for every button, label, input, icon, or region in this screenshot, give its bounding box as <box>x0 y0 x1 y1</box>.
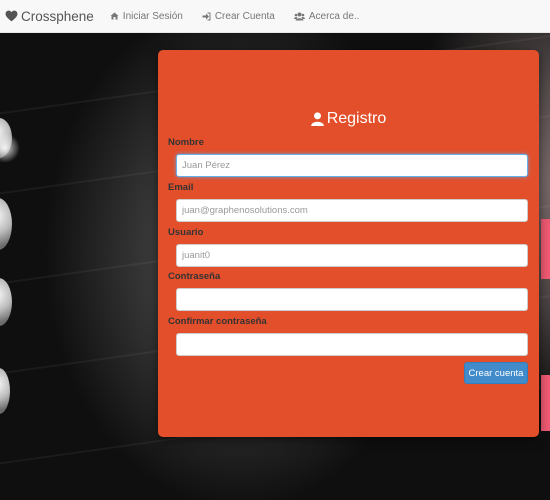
confirmar-contrasena-label: Confirmar contraseña <box>168 316 267 327</box>
users-icon <box>293 12 305 20</box>
crear-cuenta-button[interactable]: Crear cuenta <box>464 362 528 384</box>
nav-crear-cuenta[interactable]: Crear Cuenta <box>202 11 275 22</box>
registration-card: Registro Nombre Email Usuario Contraseña… <box>158 50 539 437</box>
heart-icon <box>5 10 18 22</box>
nav-iniciar-sesion-label: Iniciar Sesión <box>122 10 183 22</box>
nombre-label: Nombre <box>168 137 204 148</box>
nav-acerca-de[interactable]: Acerca de.. <box>293 10 360 22</box>
card-title-label: Registro <box>326 110 387 127</box>
nav-iniciar-sesion[interactable]: Iniciar Sesión <box>110 11 183 22</box>
navbar: Crossphene Iniciar Sesión Crear Cuenta A… <box>0 0 550 33</box>
brand-link[interactable]: Crossphene <box>0 9 94 24</box>
contrasena-input[interactable] <box>176 288 528 311</box>
confirmar-contrasena-input[interactable] <box>176 333 528 356</box>
sign-in-icon <box>202 12 211 20</box>
home-icon <box>110 12 119 20</box>
nombre-input[interactable] <box>176 154 528 177</box>
user-icon <box>310 112 324 126</box>
email-input[interactable] <box>176 199 528 222</box>
brand-label: Crossphene <box>21 8 94 24</box>
card-title: Registro <box>158 110 539 128</box>
nav-acerca-de-label: Acerca de.. <box>308 10 360 22</box>
usuario-label: Usuario <box>168 227 204 238</box>
nav-crear-cuenta-label: Crear Cuenta <box>214 10 275 22</box>
email-label: Email <box>168 182 194 193</box>
usuario-input[interactable] <box>176 244 528 267</box>
contrasena-label: Contraseña <box>168 271 221 282</box>
